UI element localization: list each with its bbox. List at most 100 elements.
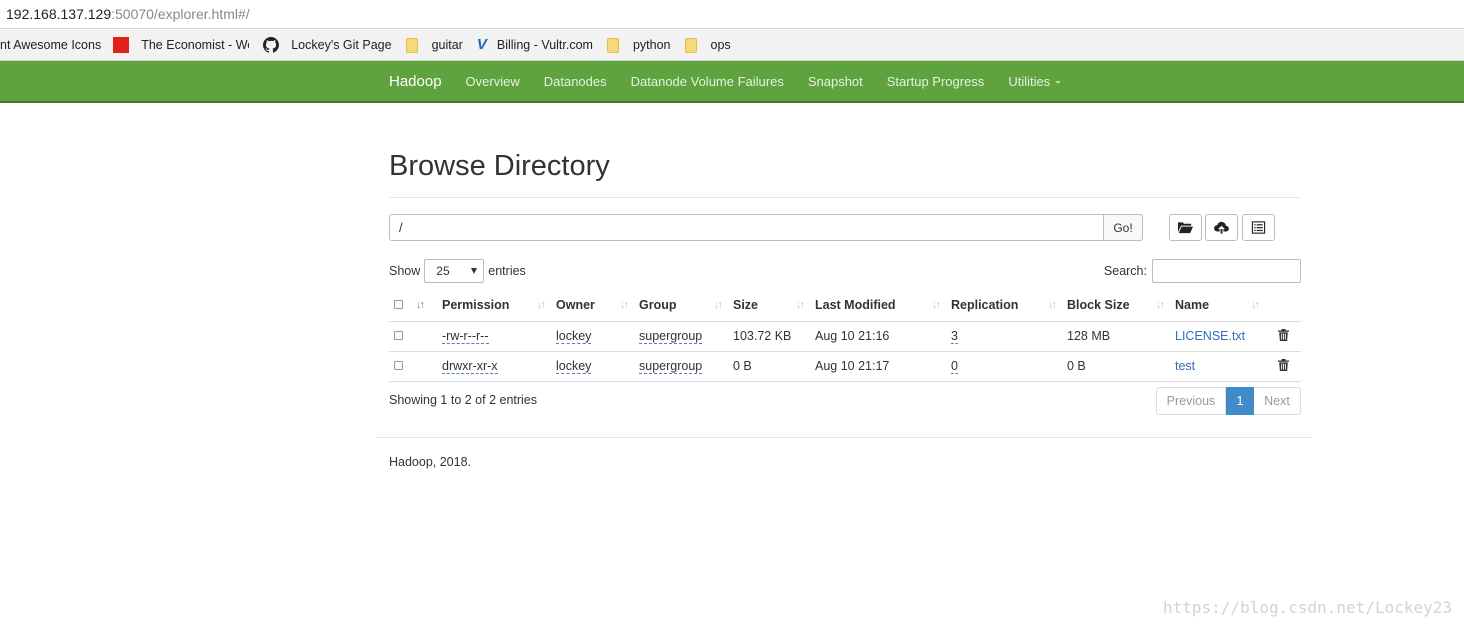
navbar-items: Hadoop Overview Datanodes Datanode Volum… xyxy=(389,61,1085,101)
table-header-row: ↓↑ Permission ↓↑ Owner ↓↑ Group ↓↑ Size ↓↑ L… xyxy=(389,290,1301,322)
table-search: Search: xyxy=(1104,259,1301,283)
header-actions xyxy=(1270,290,1301,322)
cell-size: 0 B xyxy=(733,351,815,382)
page-1-button[interactable]: 1 xyxy=(1226,387,1254,415)
cell-name: test xyxy=(1175,351,1270,382)
bookmark-label: python xyxy=(632,38,671,52)
file-table: ↓↑ Permission ↓↑ Owner ↓↑ Group ↓↑ Size ↓↑ L… xyxy=(389,290,1301,382)
permission-link[interactable]: drwxr-xr-x xyxy=(442,359,498,374)
header-label: Last Modified xyxy=(815,298,896,313)
cell-owner: lockey xyxy=(556,321,639,352)
header-replication[interactable]: Replication ↓↑ xyxy=(951,290,1067,322)
select-all-header xyxy=(389,290,414,322)
table-controls: Show 25 entries Search: xyxy=(389,259,1301,283)
nav-overview[interactable]: Overview xyxy=(466,74,520,89)
nav-utilities-label: Utilities xyxy=(1008,73,1051,89)
entries-select[interactable]: 25 xyxy=(424,259,485,283)
group-link[interactable]: supergroup xyxy=(639,329,703,344)
bookmark-python[interactable]: python xyxy=(606,37,671,53)
header-label: Owner xyxy=(556,298,595,313)
bookmark-font-awesome[interactable]: nt Awesome Icons xyxy=(0,38,101,52)
go-button[interactable]: Go! xyxy=(1103,214,1143,241)
owner-link[interactable]: lockey xyxy=(556,329,592,344)
bookmark-label: Billing - Vultr.com xyxy=(496,38,593,52)
entries-label: entries xyxy=(488,264,526,278)
cell-size: 103.72 KB xyxy=(733,321,815,352)
cell-replication: 3 xyxy=(951,321,1067,352)
sort-column-header[interactable]: ↓↑ xyxy=(414,290,442,322)
upload-files-button[interactable] xyxy=(1205,214,1238,241)
bookmark-git-page[interactable]: Lockey's Git Page xyxy=(263,37,392,53)
header-name[interactable]: Name ↓↑ xyxy=(1175,290,1270,322)
create-directory-button[interactable] xyxy=(1169,214,1202,241)
nav-startup-progress[interactable]: Startup Progress xyxy=(887,74,985,89)
nav-volume-failures[interactable]: Datanode Volume Failures xyxy=(631,74,784,89)
sort-icon: ↓↑ xyxy=(796,299,805,311)
bookmark-economist[interactable]: The Economist - Wo xyxy=(113,37,249,53)
header-last-modified[interactable]: Last Modified ↓↑ xyxy=(815,290,951,322)
cell-name: LICENSE.txt xyxy=(1175,321,1270,352)
header-group[interactable]: Group ↓↑ xyxy=(639,290,733,322)
bookmarks-bar: nt Awesome Icons The Economist - Wo Lock… xyxy=(0,30,1464,61)
bookmark-ops[interactable]: ops xyxy=(684,37,731,53)
row-select-cell xyxy=(389,321,414,352)
entries-value: 25 xyxy=(436,264,450,278)
row-checkbox[interactable] xyxy=(394,361,403,370)
group-link[interactable]: supergroup xyxy=(639,359,703,374)
row-spacer xyxy=(414,321,442,352)
folder-open-icon xyxy=(1178,222,1193,234)
list-alt-icon xyxy=(1251,221,1266,234)
folder-icon xyxy=(405,37,418,53)
bookmark-guitar[interactable]: guitar xyxy=(405,37,463,53)
navbar-brand[interactable]: Hadoop xyxy=(389,73,442,90)
row-select-cell xyxy=(389,351,414,382)
search-input[interactable] xyxy=(1152,259,1301,283)
trash-icon xyxy=(1278,328,1289,341)
sort-icon: ↓↑ xyxy=(1048,299,1057,311)
table-row: -rw-r--r-- lockey supergroup 103.72 KB A… xyxy=(389,321,1301,352)
table-row: drwxr-xr-x lockey supergroup 0 B Aug 10 … xyxy=(389,351,1301,382)
replication-link[interactable]: 3 xyxy=(951,329,958,344)
bookmark-vultr[interactable]: V Billing - Vultr.com xyxy=(477,37,593,52)
search-label: Search: xyxy=(1103,264,1147,278)
header-label: Permission xyxy=(442,298,510,313)
row-checkbox[interactable] xyxy=(394,331,403,340)
dropdown-arrow-icon xyxy=(471,268,478,274)
bookmark-label: ops xyxy=(710,38,731,52)
sort-icon: ↓↑ xyxy=(714,299,723,311)
file-name-link[interactable]: LICENSE.txt xyxy=(1175,329,1245,343)
sort-icon: ↓↑ xyxy=(537,299,546,311)
sort-icon: ↓↑ xyxy=(932,299,941,311)
pagination: Previous 1 Next xyxy=(1156,387,1301,415)
show-label: Show xyxy=(389,264,421,278)
header-owner[interactable]: Owner ↓↑ xyxy=(556,290,639,322)
main-content: Browse Directory Go! Show 25 entries Sea… xyxy=(389,103,1301,415)
nav-snapshot[interactable]: Snapshot xyxy=(808,74,863,89)
header-permission[interactable]: Permission ↓↑ xyxy=(442,290,556,322)
replication-link[interactable]: 0 xyxy=(951,359,958,374)
economist-icon xyxy=(113,37,130,53)
directory-path-input[interactable] xyxy=(389,214,1104,241)
owner-link[interactable]: lockey xyxy=(556,359,592,374)
next-page-button[interactable]: Next xyxy=(1254,387,1301,415)
watermark: https://blog.csdn.net/Lockey23 xyxy=(1163,598,1452,617)
cell-group: supergroup xyxy=(639,321,733,352)
nav-utilities[interactable]: Utilities xyxy=(1008,73,1062,89)
directory-name-link[interactable]: test xyxy=(1175,359,1195,373)
nav-datanodes[interactable]: Datanodes xyxy=(544,74,607,89)
header-block-size[interactable]: Block Size ↓↑ xyxy=(1067,290,1175,322)
entries-length: Show 25 entries xyxy=(389,259,526,283)
previous-page-button[interactable]: Previous xyxy=(1156,387,1226,415)
select-all-checkbox[interactable] xyxy=(394,300,403,310)
cut-paste-button[interactable] xyxy=(1242,214,1275,241)
permission-link[interactable]: -rw-r--r-- xyxy=(442,329,489,344)
delete-button[interactable] xyxy=(1270,358,1289,374)
sort-icon: ↓↑ xyxy=(1251,299,1260,311)
caret-down-icon xyxy=(1055,80,1062,84)
delete-button[interactable] xyxy=(1270,328,1289,344)
trash-icon xyxy=(1278,358,1289,371)
header-label: Size xyxy=(733,298,759,313)
page-footer: Hadoop, 2018. xyxy=(389,455,472,469)
address-bar[interactable]: 192.168.137.129:50070/explorer.html#/ xyxy=(0,0,1464,29)
header-size[interactable]: Size ↓↑ xyxy=(733,290,815,322)
